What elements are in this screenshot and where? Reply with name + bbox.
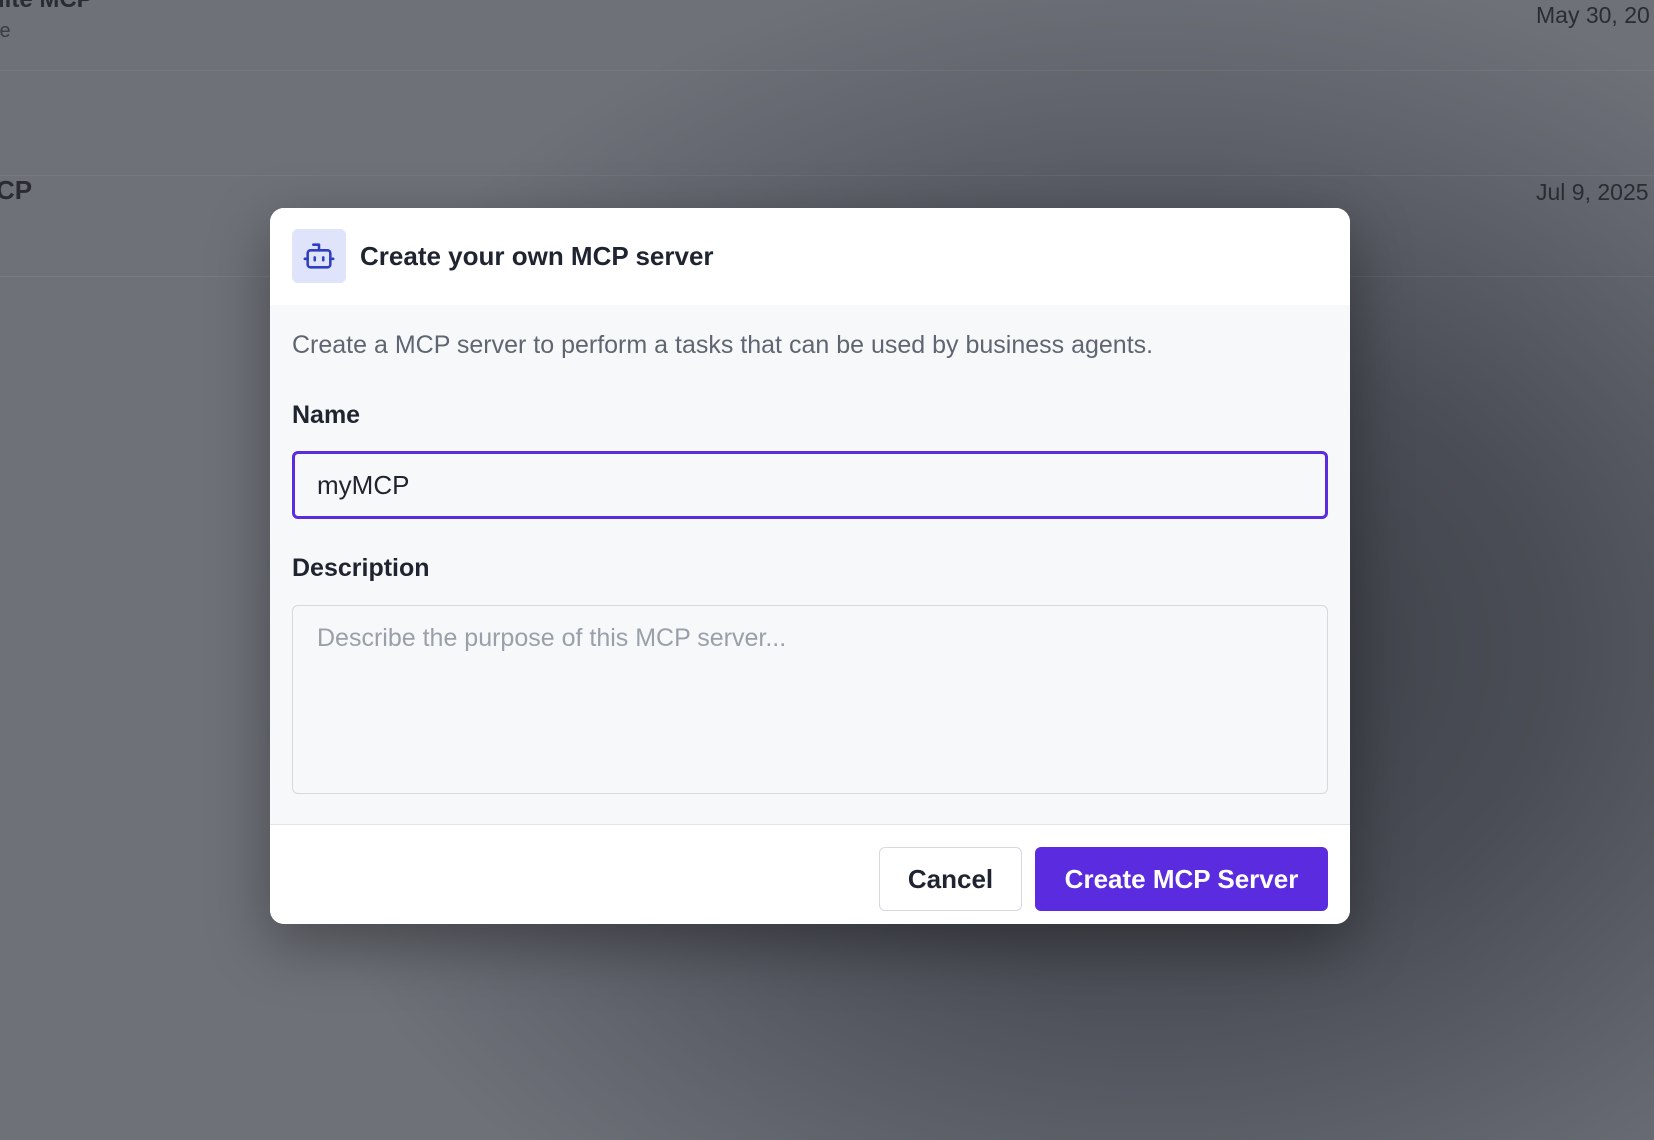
description-field-label: Description [292, 554, 430, 582]
dialog-description: Create a MCP server to perform a tasks t… [292, 331, 1154, 359]
background-list-row: CP Jul 9, 2025 [0, 70, 1654, 205]
cancel-button[interactable]: Cancel [879, 847, 1022, 911]
background-row-date: May 30, 20 [1536, 2, 1650, 28]
robot-icon [292, 229, 346, 283]
name-input[interactable] [292, 451, 1328, 519]
description-textarea[interactable] [292, 605, 1328, 794]
create-mcp-server-dialog: Create your own MCP server Create a MCP … [270, 208, 1350, 924]
background-row-subtitle: te [0, 20, 11, 42]
dialog-header: Create your own MCP server [270, 208, 1350, 306]
name-field-label: Name [292, 401, 361, 429]
dialog-footer: Cancel Create MCP Server [270, 824, 1350, 924]
create-mcp-server-button[interactable]: Create MCP Server [1035, 847, 1328, 911]
dialog-body: Create a MCP server to perform a tasks t… [270, 305, 1350, 824]
background-row-title: uite MCP [0, 0, 93, 14]
dialog-title: Create your own MCP server [360, 241, 714, 271]
background-list-row: uite MCP te May 30, 20 [0, 0, 1654, 71]
